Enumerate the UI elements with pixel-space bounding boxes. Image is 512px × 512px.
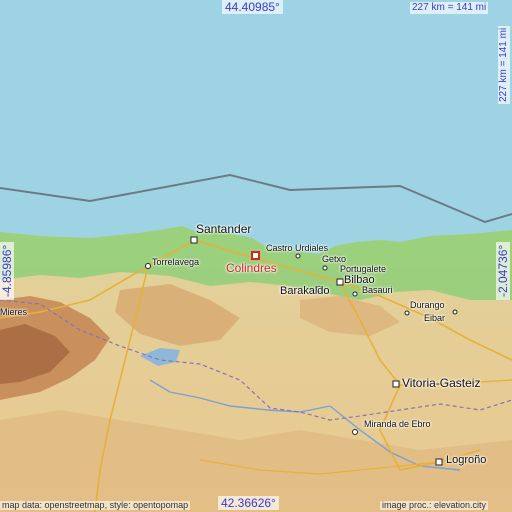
durango-label: Durango xyxy=(410,300,445,310)
santander-label: Santander xyxy=(196,222,252,236)
getxo-label: Getxo xyxy=(322,254,347,264)
logrono-marker xyxy=(435,458,443,466)
colindres-marker[interactable] xyxy=(251,251,260,260)
portugalete-label: Portugalete xyxy=(340,264,387,274)
barakaldo-label: Barakaldo xyxy=(280,285,330,297)
mieres-label: Mieres xyxy=(0,307,28,317)
basauri-label: Basauri xyxy=(362,285,393,295)
logrono-label: Logroño xyxy=(446,454,487,466)
right-longitude-label: -2.04736° xyxy=(496,241,510,300)
vitoria-marker xyxy=(392,380,400,388)
bottom-latitude-label: 42.36626° xyxy=(218,496,279,510)
torrelavega-label: Torrelavega xyxy=(152,257,200,267)
portugalete-marker xyxy=(322,265,328,271)
scale-label-top: 227 km = 141 mi xyxy=(410,2,489,14)
eibar-label: Eibar xyxy=(424,313,446,323)
colindres-label[interactable]: Colindres xyxy=(226,262,277,274)
map-view[interactable]: 44.40985° 42.36626° -4.85986° -2.04736° … xyxy=(0,0,512,512)
basauri-marker xyxy=(352,291,358,297)
left-longitude-label: -4.85986° xyxy=(0,241,14,300)
image-proc-credit: image proc.: elevation.city xyxy=(380,500,489,510)
eibar-marker xyxy=(452,309,458,315)
durango-marker xyxy=(404,310,410,316)
miranda-marker xyxy=(352,429,358,435)
santander-marker xyxy=(190,236,198,244)
castro-urdiales-label: Castro Urdiales xyxy=(266,243,329,253)
scale-label-side: 227 km = 141 mi xyxy=(498,25,510,104)
top-latitude-label: 44.40985° xyxy=(222,0,283,14)
terrain-map xyxy=(0,0,512,512)
bilbao-marker xyxy=(336,278,344,286)
castro-urdiales-marker xyxy=(295,253,301,259)
map-data-credit: map data: openstreetmap, style: opentopo… xyxy=(0,500,191,510)
miranda-label: Miranda de Ebro xyxy=(364,419,431,429)
vitoria-label: Vitoria-Gasteiz xyxy=(402,376,481,390)
torrelavega-marker xyxy=(145,263,151,269)
